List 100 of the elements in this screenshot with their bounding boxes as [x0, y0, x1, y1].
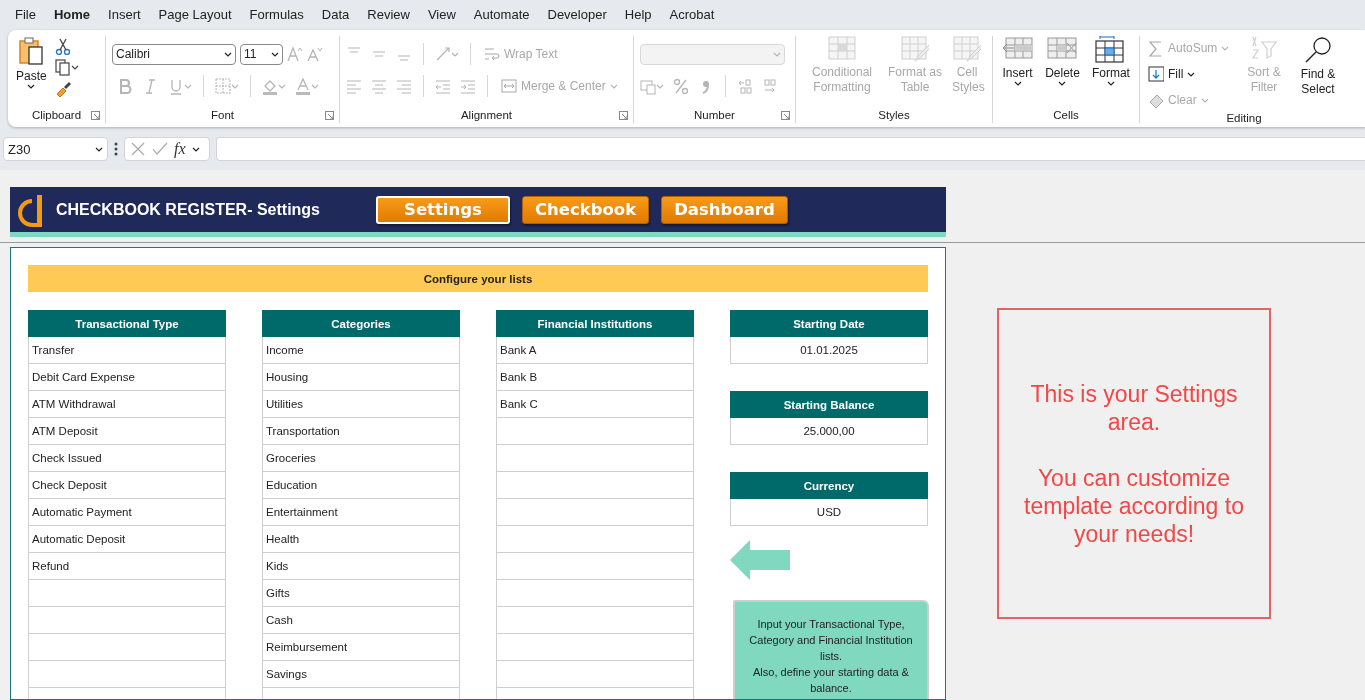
table-cell[interactable]: Reimbursement	[262, 634, 460, 661]
caret-icon	[224, 51, 232, 57]
caret-icon	[1058, 81, 1067, 86]
table-cell[interactable]: Health	[262, 526, 460, 553]
column-header: Categories	[262, 310, 460, 337]
copy-icon	[54, 59, 71, 76]
menu-tab[interactable]: Data	[312, 0, 359, 29]
table-cell[interactable]: Income	[262, 337, 460, 364]
menu-tab[interactable]: Automate	[464, 0, 539, 29]
table-cell[interactable]	[496, 607, 694, 634]
clipboard-icon	[18, 36, 45, 66]
table-cell[interactable]: Kids	[262, 553, 460, 580]
menu-tab[interactable]: Help	[615, 0, 661, 29]
insert-function-button[interactable]: fx	[174, 140, 186, 158]
table-cell[interactable]	[496, 445, 694, 472]
menu-tab[interactable]: Acrobat	[660, 0, 724, 29]
table-cell[interactable]: Gifts	[262, 580, 460, 607]
table-cell[interactable]: Bank C	[496, 391, 694, 418]
format-cells-icon	[1095, 36, 1127, 63]
table-cell[interactable]: Transfer	[28, 337, 226, 364]
font-grow-icon	[287, 45, 303, 63]
enter-icon	[152, 141, 168, 157]
menu-tab[interactable]: Formulas	[240, 0, 313, 29]
font-name-field[interactable]: Calibri	[112, 43, 236, 65]
formula-input[interactable]	[216, 137, 1365, 161]
ribbon-button[interactable]: Fill	[1146, 62, 1234, 86]
setting-value[interactable]: USD	[730, 499, 928, 526]
hint-note: Input your Transactional Type, Category and Financial Institution lists. Also, define your starting data & balance.	[733, 600, 929, 699]
ribbon-button[interactable]: Paste	[14, 36, 49, 107]
caret-icon	[451, 51, 459, 57]
table-cell[interactable]: Refund	[28, 553, 226, 580]
table-cell[interactable]: Housing	[262, 364, 460, 391]
ribbon-button[interactable]: Insert	[1000, 36, 1036, 107]
menu-tab[interactable]: File	[6, 0, 45, 29]
table-cell[interactable]: Utilities	[262, 391, 460, 418]
borders-icon	[215, 77, 231, 95]
setting-value[interactable]: 25.000,00	[730, 418, 928, 445]
merge-icon	[501, 77, 517, 95]
accounting-icon	[640, 77, 656, 95]
name-box[interactable]: Z30	[3, 137, 108, 161]
section-title: Configure your lists	[28, 265, 928, 292]
percent-icon	[673, 77, 689, 95]
table-cell[interactable]: Debit Card Expense	[28, 364, 226, 391]
table-cell[interactable]: Savings	[262, 661, 460, 688]
table-cell[interactable]	[496, 634, 694, 661]
table-cell[interactable]: ATM Deposit	[28, 418, 226, 445]
table-cell[interactable]: Check Issued	[28, 445, 226, 472]
table-grid-icon	[828, 36, 856, 62]
table-cell[interactable]	[496, 499, 694, 526]
table-cell[interactable]	[28, 580, 226, 607]
table-cell[interactable]	[496, 526, 694, 553]
ribbon-button[interactable]: Delete	[1043, 36, 1082, 107]
table-cell[interactable]	[496, 661, 694, 688]
font-size-field[interactable]: 11	[240, 43, 283, 65]
column-header: Transactional Type	[28, 310, 226, 337]
caret-icon	[656, 83, 664, 89]
align-left-icon	[346, 77, 362, 95]
table-cell[interactable]	[28, 607, 226, 634]
launcher-icon	[91, 111, 100, 120]
table-cell[interactable]: Groceries	[262, 445, 460, 472]
table-cell[interactable]: Automatic Deposit	[28, 526, 226, 553]
menu-tab[interactable]: Review	[358, 0, 419, 29]
table-cell[interactable]: Bank B	[496, 364, 694, 391]
table-cell[interactable]: Entertainment	[262, 499, 460, 526]
menu-tab[interactable]: View	[418, 0, 465, 29]
number-format-field[interactable]	[640, 43, 785, 65]
menu-tab[interactable]: Developer	[538, 0, 616, 29]
caret-icon	[278, 83, 286, 89]
table-cell[interactable]	[496, 580, 694, 607]
search-icon	[1304, 36, 1332, 64]
table-cell[interactable]: Check Deposit	[28, 472, 226, 499]
ribbon-button[interactable]: Find & Select	[1294, 36, 1342, 112]
menu-tab[interactable]: Page Layout	[149, 0, 241, 29]
group-label: Number	[694, 109, 735, 121]
table-cell[interactable]: ATM Withdrawal	[28, 391, 226, 418]
setting-value[interactable]: 01.01.2025	[730, 337, 928, 364]
bold-icon	[118, 77, 134, 95]
table-cell[interactable]	[496, 418, 694, 445]
table-cell[interactable]: Transportation	[262, 418, 460, 445]
table-cell[interactable]	[496, 553, 694, 580]
paintbrush-icon	[54, 80, 72, 98]
table-cell[interactable]	[28, 634, 226, 661]
table-cell[interactable]: Automatic Payment	[28, 499, 226, 526]
launcher-icon	[781, 111, 790, 120]
table-cell[interactable]	[496, 472, 694, 499]
cancel-icon	[130, 141, 146, 157]
menu-tab[interactable]: Home	[44, 0, 100, 29]
scissors-icon	[54, 38, 71, 55]
table-cell[interactable]: Education	[262, 472, 460, 499]
setting-header: Starting Balance	[730, 391, 928, 418]
table-cell[interactable]: Cash	[262, 607, 460, 634]
table-cell[interactable]	[28, 661, 226, 688]
fill-down-icon	[1148, 65, 1164, 83]
ribbon-button[interactable]: Format	[1089, 36, 1132, 107]
table-cell[interactable]: Bank A	[496, 337, 694, 364]
arrow-icon	[730, 540, 790, 580]
caret-icon	[184, 83, 192, 89]
font-color-icon	[295, 77, 311, 95]
more-icon	[114, 142, 118, 156]
menu-tab[interactable]: Insert	[99, 0, 150, 29]
